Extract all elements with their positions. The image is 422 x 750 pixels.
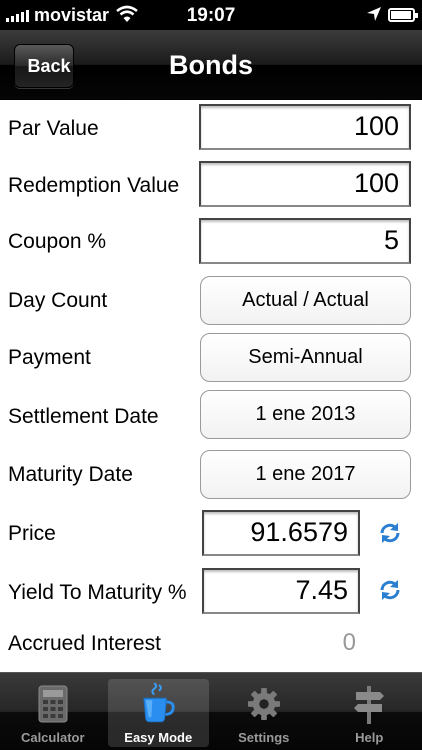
- day-count-select[interactable]: Actual / Actual: [200, 276, 411, 325]
- maturity-date-row: Maturity Date 1 ene 2017: [0, 450, 422, 500]
- accrued-interest-label: Accrued Interest: [8, 632, 161, 655]
- price-refresh-icon[interactable]: [378, 521, 402, 545]
- tab-settings[interactable]: Settings: [211, 673, 317, 750]
- tab-help-label: Help: [355, 730, 384, 745]
- par-value-row: Par Value 100: [0, 102, 422, 152]
- gear-icon: [247, 685, 281, 723]
- coupon-label: Coupon %: [8, 230, 107, 253]
- tab-calculator[interactable]: Calculator: [0, 673, 106, 750]
- location-arrow-icon: [366, 6, 382, 27]
- payment-label: Payment: [8, 346, 91, 369]
- coupon-row: Coupon % 5: [0, 216, 422, 266]
- bond-form: Par Value 100 Redemption Value 100 Coupo…: [0, 100, 422, 672]
- tab-bar: Calculator Easy Mode Settings Help: [0, 672, 422, 750]
- yield-to-maturity-row: Yield To Maturity % 7.45: [0, 566, 422, 616]
- tab-calculator-label: Calculator: [20, 730, 85, 745]
- par-value-input[interactable]: 100: [199, 104, 411, 150]
- payment-select[interactable]: Semi-Annual: [200, 333, 411, 382]
- navigation-bar: Back Bonds: [0, 30, 422, 100]
- price-input[interactable]: 91.6579: [202, 510, 360, 556]
- status-bar: movistar 19:07: [0, 0, 422, 30]
- yield-to-maturity-input[interactable]: 7.45: [202, 568, 360, 614]
- battery-icon: [388, 8, 418, 22]
- settlement-date-picker[interactable]: 1 ene 2013: [200, 390, 411, 439]
- page-title: Bonds: [169, 50, 253, 80]
- yield-refresh-icon[interactable]: [378, 578, 402, 602]
- redemption-value-label: Redemption Value: [8, 174, 180, 197]
- settlement-date-row: Settlement Date 1 ene 2013: [0, 390, 422, 440]
- redemption-value-row: Redemption Value 100: [0, 159, 422, 209]
- day-count-label: Day Count: [8, 289, 108, 312]
- settlement-date-label: Settlement Date: [8, 405, 159, 428]
- clock: 19:07: [186, 5, 236, 26]
- calculator-icon: [36, 685, 70, 723]
- yield-to-maturity-label: Yield To Maturity %: [8, 581, 187, 604]
- tab-settings-label: Settings: [238, 730, 290, 745]
- redemption-value-input[interactable]: 100: [199, 161, 411, 207]
- tab-help[interactable]: Help: [317, 673, 422, 750]
- day-count-row: Day Count Actual / Actual: [0, 276, 422, 326]
- coupon-input[interactable]: 5: [199, 218, 411, 264]
- tab-easy-mode[interactable]: Easy Mode: [107, 679, 209, 747]
- par-value-label: Par Value: [8, 117, 99, 140]
- maturity-date-picker[interactable]: 1 ene 2017: [200, 450, 411, 499]
- price-row: Price 91.6579: [0, 508, 422, 558]
- payment-row: Payment Semi-Annual: [0, 333, 422, 383]
- coffee-cup-icon: [141, 682, 175, 723]
- signpost-icon: [352, 685, 386, 724]
- tab-easy-mode-label: Easy Mode: [124, 730, 193, 745]
- maturity-date-label: Maturity Date: [8, 463, 133, 486]
- accrued-interest-row: Accrued Interest 0: [0, 626, 422, 666]
- accrued-interest-value: 0: [342, 629, 356, 656]
- price-label: Price: [8, 522, 56, 545]
